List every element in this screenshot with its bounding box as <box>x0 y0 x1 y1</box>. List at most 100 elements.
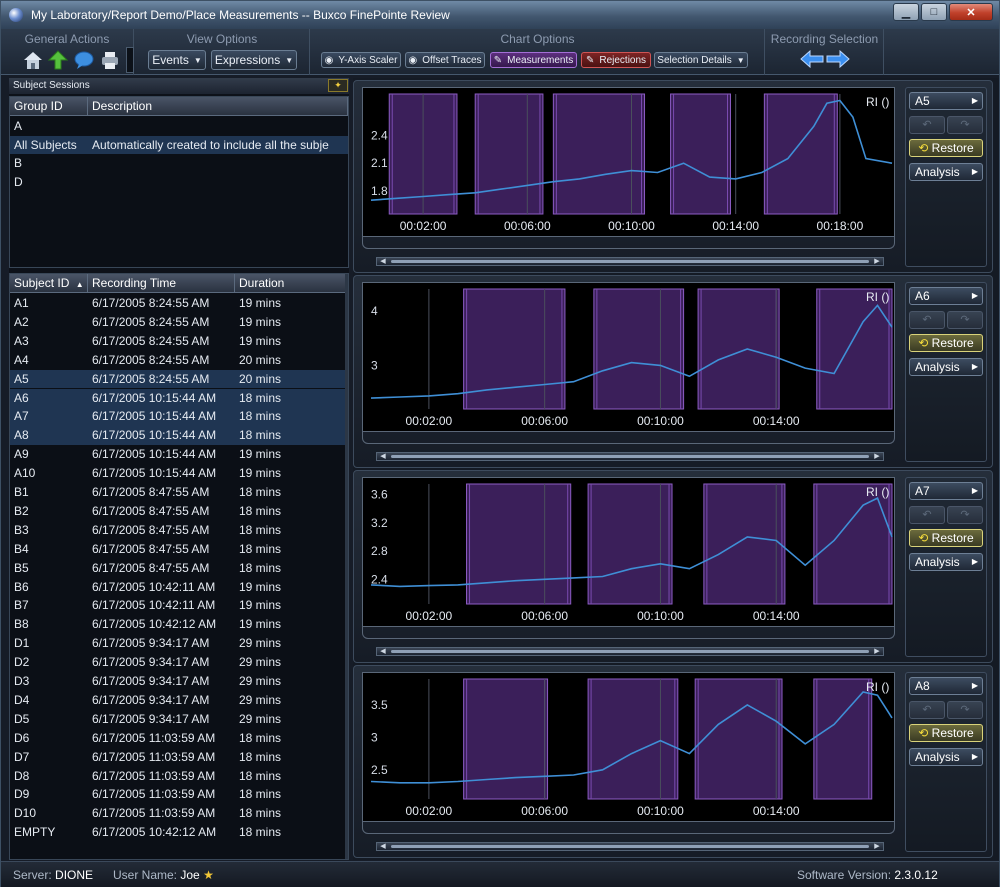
scroll-left-icon[interactable]: ◀ <box>377 257 389 266</box>
subject-row[interactable]: D5 6/17/2005 9:34:17 AM 29 mins <box>10 710 348 729</box>
column-header-subject-id[interactable]: Subject ID ▲ <box>10 274 88 293</box>
expressions-dropdown[interactable]: Expressions ▼ <box>211 50 297 70</box>
subject-row[interactable]: B7 6/17/2005 10:42:11 AM 19 mins <box>10 596 348 615</box>
scroll-right-icon[interactable]: ▶ <box>871 647 883 656</box>
subject-row[interactable]: B8 6/17/2005 10:42:12 AM 19 mins <box>10 615 348 634</box>
subject-row[interactable]: B6 6/17/2005 10:42:11 AM 19 mins <box>10 578 348 597</box>
scroll-thumb[interactable] <box>391 455 869 458</box>
maximize-button[interactable]: □ <box>921 3 947 21</box>
trace-chart-svg[interactable]: 1.8 2.1 2.4 00:02:00 00:06:00 00:10:00 00:14:0… <box>363 88 896 238</box>
printer-icon[interactable] <box>99 49 121 71</box>
subject-row[interactable]: D9 6/17/2005 11:03:59 AM 18 mins <box>10 785 348 804</box>
y-axis-scaler-button[interactable]: ◉ Y-Axis Scaler <box>321 52 401 68</box>
subject-row[interactable]: A10 6/17/2005 10:15:44 AM 19 mins <box>10 464 348 483</box>
restore-button[interactable]: ⟲ Restore <box>909 139 983 157</box>
rejections-button[interactable]: ✎ Rejections <box>581 52 651 68</box>
group-row[interactable]: All Subjects Automatically created to inc… <box>10 135 348 154</box>
subject-dropdown[interactable]: A5 ▶ <box>909 92 983 110</box>
trace-plot[interactable]: 2.5 3 3.5 00:02:00 00:06:00 00:10:00 00:14:00 R… <box>362 672 895 822</box>
subject-row[interactable]: A4 6/17/2005 8:24:55 AM 20 mins <box>10 351 348 370</box>
title-bar[interactable]: My Laboratory/Report Demo/Place Measurem… <box>1 1 999 29</box>
scroll-right-icon[interactable]: ▶ <box>871 257 883 266</box>
close-button[interactable]: ✕ <box>949 3 993 21</box>
redo-button[interactable]: ↷ <box>947 311 983 329</box>
subject-row[interactable]: B2 6/17/2005 8:47:55 AM 18 mins <box>10 502 348 521</box>
redo-button[interactable]: ↷ <box>947 506 983 524</box>
arrow-right-icon[interactable] <box>826 50 850 68</box>
chart-horizontal-scrollbar[interactable]: ◀ ▶ <box>376 257 884 266</box>
subject-row[interactable]: A3 6/17/2005 8:24:55 AM 19 mins <box>10 332 348 351</box>
trace-chart-svg[interactable]: 2.5 3 3.5 00:02:00 00:06:00 00:10:00 00:14:00 R… <box>363 673 896 823</box>
subject-row[interactable]: A2 6/17/2005 8:24:55 AM 19 mins <box>10 313 348 332</box>
chart-horizontal-scrollbar[interactable]: ◀ ▶ <box>376 647 884 656</box>
subject-row[interactable]: B4 6/17/2005 8:47:55 AM 18 mins <box>10 540 348 559</box>
scroll-thumb[interactable] <box>391 650 869 653</box>
subject-dropdown[interactable]: A6 ▶ <box>909 287 983 305</box>
home-icon[interactable] <box>22 49 44 71</box>
subject-row[interactable]: D6 6/17/2005 11:03:59 AM 18 mins <box>10 729 348 748</box>
group-row[interactable]: A <box>10 117 348 136</box>
subject-row[interactable]: D7 6/17/2005 11:03:59 AM 18 mins <box>10 748 348 767</box>
trace-plot[interactable]: 3 4 00:02:00 00:06:00 00:10:00 00:14:00 RI () <box>362 282 895 432</box>
selection-details-dropdown[interactable]: Selection Details ▼ <box>654 52 748 68</box>
chat-bubble-icon[interactable] <box>73 49 95 71</box>
trace-plot[interactable]: 2.4 2.8 3.2 3.6 00:02:00 00:06:00 00:10:00 00:1… <box>362 477 895 627</box>
subject-row[interactable]: A5 6/17/2005 8:24:55 AM 20 mins <box>10 369 348 389</box>
events-dropdown[interactable]: Events ▼ <box>148 50 206 70</box>
trace-chart-svg[interactable]: 2.4 2.8 3.2 3.6 00:02:00 00:06:00 00:10:00 00:1… <box>363 478 896 628</box>
subject-row[interactable]: D1 6/17/2005 9:34:17 AM 29 mins <box>10 634 348 653</box>
group-row[interactable]: D <box>10 173 348 192</box>
undo-button[interactable]: ↶ <box>909 701 945 719</box>
restore-button[interactable]: ⟲ Restore <box>909 334 983 352</box>
scroll-thumb[interactable] <box>391 845 869 848</box>
scroll-right-icon[interactable]: ▶ <box>871 452 883 461</box>
undo-button[interactable]: ↶ <box>909 311 945 329</box>
subject-row[interactable]: EMPTY 6/17/2005 10:42:12 AM 18 mins <box>10 823 348 842</box>
subject-row[interactable]: D8 6/17/2005 11:03:59 AM 18 mins <box>10 767 348 786</box>
subject-row[interactable]: A7 6/17/2005 10:15:44 AM 18 mins <box>10 407 348 427</box>
redo-button[interactable]: ↷ <box>947 116 983 134</box>
undo-button[interactable]: ↶ <box>909 116 945 134</box>
subject-row[interactable]: B3 6/17/2005 8:47:55 AM 18 mins <box>10 521 348 540</box>
redo-button[interactable]: ↷ <box>947 701 983 719</box>
pin-icon[interactable]: ✦ <box>328 79 348 92</box>
subject-row[interactable]: D3 6/17/2005 9:34:17 AM 29 mins <box>10 672 348 691</box>
scroll-thumb[interactable] <box>391 260 869 263</box>
app-orb-icon[interactable] <box>9 8 23 22</box>
trace-chart-svg[interactable]: 3 4 00:02:00 00:06:00 00:10:00 00:14:00 RI () <box>363 283 896 433</box>
restore-button[interactable]: ⟲ Restore <box>909 529 983 547</box>
column-header-group-id[interactable]: Group ID <box>10 97 88 116</box>
restore-button[interactable]: ⟲ Restore <box>909 724 983 742</box>
subject-row[interactable]: B1 6/17/2005 8:47:55 AM 18 mins <box>10 483 348 502</box>
subject-row[interactable]: A6 6/17/2005 10:15:44 AM 18 mins <box>10 388 348 408</box>
chart-horizontal-scrollbar[interactable]: ◀ ▶ <box>376 452 884 461</box>
subject-table-scrollbar[interactable] <box>345 274 348 859</box>
analysis-button[interactable]: Analysis ▶ <box>909 358 983 376</box>
column-header-duration[interactable]: Duration <box>235 274 348 293</box>
subject-row[interactable]: B5 6/17/2005 8:47:55 AM 18 mins <box>10 559 348 578</box>
subject-dropdown[interactable]: A8 ▶ <box>909 677 983 695</box>
analysis-button[interactable]: Analysis ▶ <box>909 553 983 571</box>
upload-arrow-icon[interactable] <box>47 49 69 71</box>
general-actions-more-handle[interactable] <box>126 47 134 73</box>
offset-traces-button[interactable]: ◉ Offset Traces <box>405 52 485 68</box>
analysis-button[interactable]: Analysis ▶ <box>909 748 983 766</box>
chart-horizontal-scrollbar[interactable]: ◀ ▶ <box>376 842 884 851</box>
minimize-button[interactable]: ▁ <box>893 3 919 21</box>
measurements-button[interactable]: ✎ Measurements <box>490 52 577 68</box>
undo-button[interactable]: ↶ <box>909 506 945 524</box>
column-header-recording-time[interactable]: Recording Time <box>88 274 235 293</box>
subject-row[interactable]: A8 6/17/2005 10:15:44 AM 18 mins <box>10 426 348 446</box>
column-header-description[interactable]: Description <box>88 97 348 116</box>
scroll-left-icon[interactable]: ◀ <box>377 647 389 656</box>
trace-plot[interactable]: 1.8 2.1 2.4 00:02:00 00:06:00 00:10:00 00:14:0… <box>362 87 895 237</box>
arrow-left-icon[interactable] <box>800 50 824 68</box>
analysis-button[interactable]: Analysis ▶ <box>909 163 983 181</box>
subject-row[interactable]: A9 6/17/2005 10:15:44 AM 19 mins <box>10 445 348 464</box>
subject-row[interactable]: A1 6/17/2005 8:24:55 AM 19 mins <box>10 294 348 313</box>
scroll-left-icon[interactable]: ◀ <box>377 842 389 851</box>
subject-dropdown[interactable]: A7 ▶ <box>909 482 983 500</box>
subject-row[interactable]: D10 6/17/2005 11:03:59 AM 18 mins <box>10 804 348 823</box>
subject-row[interactable]: D2 6/17/2005 9:34:17 AM 29 mins <box>10 653 348 672</box>
scroll-left-icon[interactable]: ◀ <box>377 452 389 461</box>
